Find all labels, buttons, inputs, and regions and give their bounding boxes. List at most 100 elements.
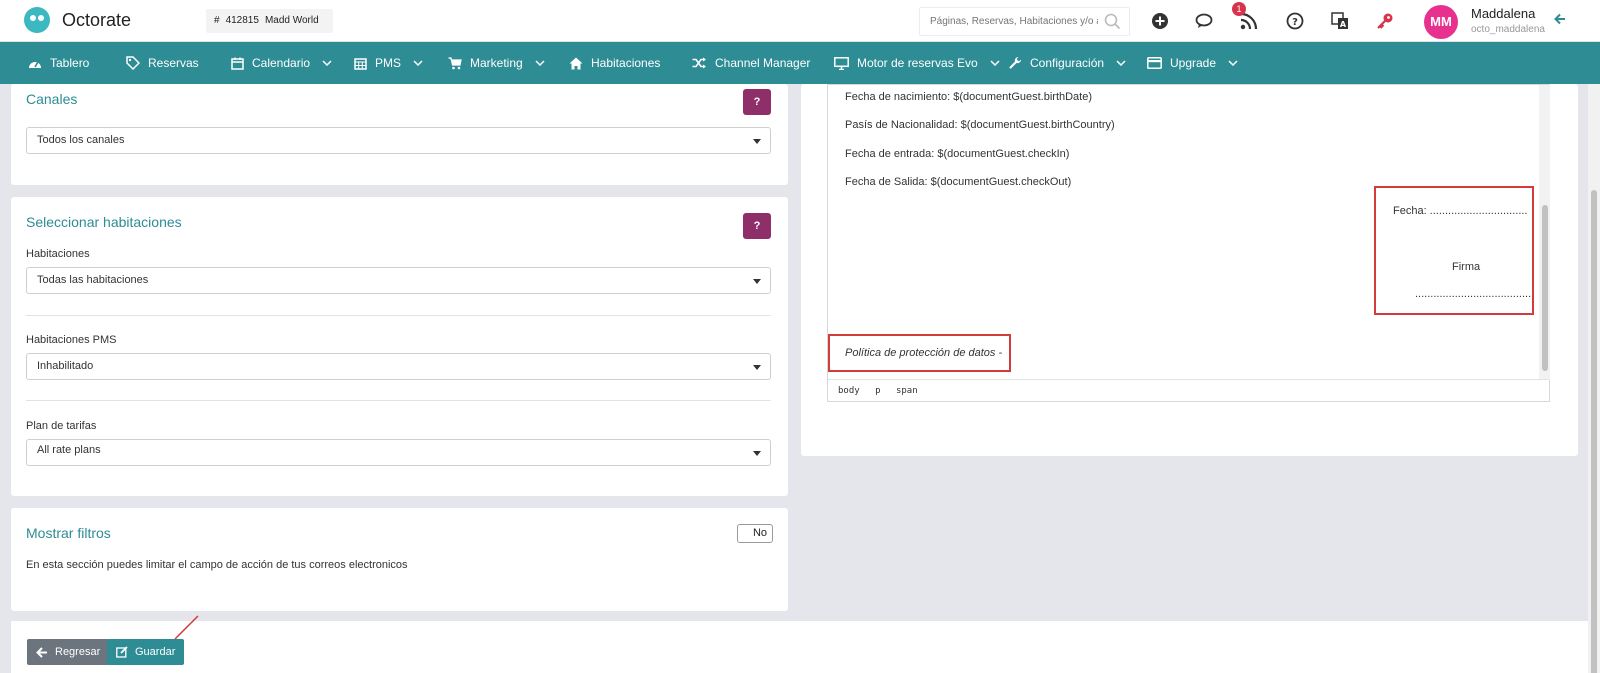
save-button-label: Guardar <box>135 646 176 658</box>
app-name: Octorate <box>62 9 132 30</box>
translate-icon[interactable]: A <box>1329 10 1351 32</box>
caret-down-icon <box>753 365 761 370</box>
caret-down-icon <box>753 139 761 144</box>
editor-line-checkout: Fecha de Salida: $(documentGuest.checkOu… <box>845 176 1072 188</box>
help-circle-icon[interactable]: ? <box>1284 10 1306 32</box>
chevron-down-icon <box>1228 60 1238 66</box>
editor-element-path: body p span <box>828 379 1549 401</box>
nav-label: Marketing <box>470 56 523 70</box>
nav-item-marketing[interactable]: Marketing <box>448 42 545 84</box>
nav-item-channel-manager[interactable]: Channel Manager <box>692 42 810 84</box>
add-icon[interactable] <box>1149 10 1171 32</box>
rate-plan-label: Plan de tarifas <box>26 420 97 432</box>
chevron-down-icon <box>535 60 545 66</box>
channels-card: Canales ? Todos los canales <box>11 84 788 185</box>
channels-select-value: Todos los canales <box>37 134 125 146</box>
search-box <box>919 7 1130 36</box>
show-filters-toggle[interactable]: No <box>737 524 773 543</box>
annotation-pointer-line <box>174 615 199 640</box>
editor-line-checkin: Fecha de entrada: $(documentGuest.checkI… <box>845 148 1070 160</box>
user-avatar[interactable]: MM <box>1424 5 1458 39</box>
pms-rooms-select-value: Inhabilitado <box>37 360 94 372</box>
editor-scrollbar[interactable] <box>1539 85 1550 380</box>
divider <box>26 400 771 401</box>
signature-highlight-box <box>1374 186 1534 315</box>
notification-badge: 1 <box>1232 2 1246 16</box>
app-logo[interactable]: Octorate <box>24 7 131 33</box>
card-icon <box>1147 57 1162 69</box>
pms-rooms-label: Habitaciones PMS <box>26 334 117 346</box>
nav-item-configuracion[interactable]: Configuración <box>1008 42 1126 84</box>
property-id: 412815 <box>225 15 259 26</box>
nav-item-upgrade[interactable]: Upgrade <box>1147 42 1238 84</box>
chat-icon[interactable] <box>1194 10 1216 32</box>
chevron-down-icon <box>990 60 1000 66</box>
svg-text:A: A <box>1340 20 1347 29</box>
nav-label: PMS <box>375 56 402 70</box>
editor-scroll-thumb[interactable] <box>1542 205 1548 371</box>
caret-down-icon <box>753 451 761 456</box>
nav-item-tablero[interactable]: Tablero <box>28 42 89 84</box>
channels-help-button[interactable]: ? <box>743 89 771 115</box>
channels-select[interactable]: Todos los canales <box>26 127 771 154</box>
path-body[interactable]: body <box>838 386 860 396</box>
page-scrollbar[interactable] <box>1588 84 1600 673</box>
action-bar <box>11 621 1600 673</box>
caret-down-icon <box>753 279 761 284</box>
tag-icon <box>126 56 140 70</box>
arrow-left-icon[interactable] <box>1553 12 1567 26</box>
hashtag-icon: # <box>214 15 220 26</box>
nav-item-reservas[interactable]: Reservas <box>126 42 199 84</box>
path-p[interactable]: p <box>875 386 880 396</box>
rooms-select-value: Todas las habitaciones <box>37 274 149 286</box>
shuffle-icon <box>692 57 706 69</box>
nav-label: Reservas <box>148 56 199 70</box>
monitor-icon <box>834 56 849 70</box>
property-name: Madd World <box>264 15 319 26</box>
search-icon[interactable] <box>1104 13 1121 30</box>
filters-title: Mostrar filtros <box>26 525 111 541</box>
search-input[interactable] <box>920 8 1098 35</box>
pms-rooms-select[interactable]: Inhabilitado <box>26 353 771 380</box>
channels-title: Canales <box>26 91 78 107</box>
back-button-label: Regresar <box>55 646 101 658</box>
nav-label: Habitaciones <box>591 56 661 70</box>
dashboard-icon <box>29 61 41 68</box>
filters-description: En esta sección puedes limitar el campo … <box>26 559 408 571</box>
page-scroll-thumb[interactable] <box>1591 190 1597 673</box>
rooms-help-button[interactable]: ? <box>743 213 771 239</box>
top-bar: Octorate #412815 Madd World 1 ? A MM Madd… <box>0 0 1600 42</box>
chevron-down-icon <box>322 60 332 66</box>
key-icon[interactable] <box>1374 10 1396 32</box>
divider <box>26 315 771 316</box>
nav-item-habitaciones[interactable]: Habitaciones <box>569 42 660 84</box>
nav-label: Upgrade <box>1170 56 1217 70</box>
cart-icon <box>448 56 462 69</box>
rooms-label: Habitaciones <box>26 248 90 260</box>
rate-plan-select-value: All rate plans <box>37 444 101 456</box>
privacy-highlight-box <box>828 334 1011 372</box>
wrench-icon <box>1009 56 1022 69</box>
edit-icon <box>116 646 128 658</box>
nav-label: Tablero <box>50 56 90 70</box>
rate-plan-select[interactable]: All rate plans <box>26 439 771 466</box>
nav-item-pms[interactable]: PMS <box>354 42 423 84</box>
rooms-title: Seleccionar habitaciones <box>26 214 182 230</box>
filters-card: Mostrar filtros No En esta sección puede… <box>11 508 788 611</box>
nav-item-calendario[interactable]: Calendario <box>231 42 332 84</box>
main-nav: Tablero Reservas Calendario PMS Marketin… <box>0 42 1600 84</box>
calendar-icon <box>231 57 244 70</box>
rooms-select[interactable]: Todas las habitaciones <box>26 267 771 294</box>
back-button[interactable]: Regresar <box>27 639 110 665</box>
user-username: octo_maddalena <box>1471 24 1545 35</box>
nav-label: Motor de reservas Evo <box>857 56 978 70</box>
path-span[interactable]: span <box>896 386 918 396</box>
user-name[interactable]: Maddalena <box>1471 6 1535 21</box>
chevron-down-icon <box>413 60 423 66</box>
save-button[interactable]: Guardar <box>107 639 185 665</box>
chevron-down-icon <box>1116 60 1126 66</box>
property-selector[interactable]: #412815 Madd World <box>206 9 333 33</box>
nav-label: Configuración <box>1030 56 1105 70</box>
editor-line-nationality: Pasís de Nacionalidad: $(documentGuest.b… <box>845 119 1115 131</box>
nav-item-motor-de-reservas[interactable]: Motor de reservas Evo <box>834 42 1000 84</box>
